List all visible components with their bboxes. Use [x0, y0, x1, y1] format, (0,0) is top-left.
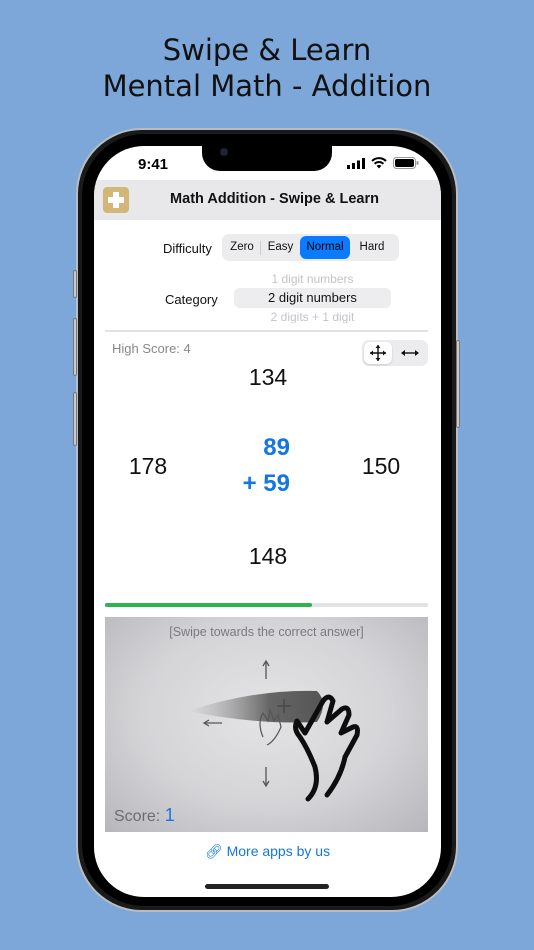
dynamic-island — [202, 146, 332, 171]
swipe-gesture-area[interactable]: [Swipe towards the correct answer] Score… — [105, 617, 428, 832]
difficulty-label: Difficulty — [163, 241, 212, 256]
camera-icon — [220, 148, 228, 156]
nav-title: Math Addition - Swipe & Learn — [170, 191, 379, 207]
navigation-bar: Math Addition - Swipe & Learn — [94, 180, 441, 220]
answer-right[interactable]: 150 — [331, 453, 431, 480]
swipe-mode-toggle — [362, 340, 428, 366]
category-option-selected[interactable]: 2 digit numbers — [234, 290, 391, 305]
side-button-volume-up — [73, 318, 77, 376]
category-option[interactable]: 1 digit numbers — [234, 272, 391, 286]
difficulty-option-zero[interactable]: Zero — [224, 236, 260, 259]
side-button-silent — [73, 270, 77, 298]
more-apps-label[interactable]: More apps by us — [227, 843, 331, 859]
arrow-left-icon — [202, 719, 222, 727]
difficulty-segmented-control: Zero Easy Normal Hard — [222, 234, 399, 261]
arrow-down-icon — [262, 767, 270, 788]
status-time: 9:41 — [138, 156, 169, 173]
wifi-icon — [371, 157, 387, 169]
category-label: Category — [165, 292, 218, 307]
swipe-hand-illustration — [188, 659, 360, 802]
category-picker[interactable]: 1 digit numbers 2 digit numbers 2 digits… — [234, 270, 391, 326]
timer-progress-bar — [105, 603, 428, 607]
direction-arrows — [202, 659, 291, 788]
more-apps-link[interactable]: 🔗︎ More apps by us — [94, 843, 441, 860]
question-operand-1: 89 — [263, 434, 290, 461]
score-value: 1 — [164, 805, 175, 825]
four-direction-move-icon[interactable] — [369, 344, 387, 362]
promo-title-line1: Swipe & Learn — [162, 33, 372, 67]
high-score: High Score: 4 — [112, 341, 191, 356]
score-label: Score: — [114, 808, 161, 825]
arrow-up-icon — [262, 659, 270, 679]
difficulty-option-hard[interactable]: Hard — [350, 236, 394, 259]
answer-top[interactable]: 134 — [218, 364, 318, 391]
answer-bottom[interactable]: 148 — [218, 543, 318, 570]
section-divider — [105, 330, 428, 332]
question-operand-2: + 59 — [242, 470, 290, 497]
answer-left[interactable]: 178 — [98, 453, 198, 480]
timer-progress-fill — [105, 603, 312, 607]
difficulty-option-normal[interactable]: Normal — [300, 236, 350, 259]
horizontal-arrows-icon[interactable] — [400, 347, 420, 359]
difficulty-option-easy[interactable]: Easy — [261, 236, 300, 259]
swipe-trail — [188, 690, 323, 723]
app-screen: 9:41 Math Addition - Swipe & Learn Diffi… — [94, 146, 441, 897]
category-option[interactable]: 2 digits + 1 digit — [234, 310, 391, 323]
signal-icon — [347, 157, 365, 169]
side-button-power — [456, 340, 460, 428]
side-button-volume-down — [73, 392, 77, 446]
promo-title-line2: Mental Math - Addition — [102, 69, 432, 103]
status-icons — [347, 157, 419, 169]
home-indicator[interactable] — [205, 884, 329, 889]
score-display: Score: 1 — [114, 805, 175, 826]
battery-icon — [393, 157, 419, 169]
link-icon: 🔗︎ — [204, 843, 223, 859]
